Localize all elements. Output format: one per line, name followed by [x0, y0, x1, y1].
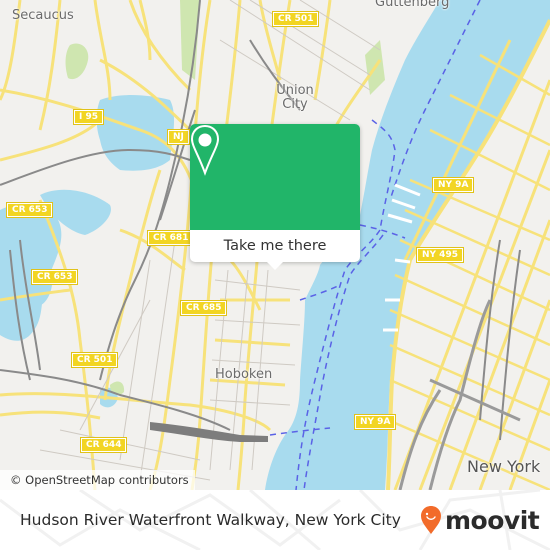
route-shield-i-95: I 95 — [72, 109, 105, 125]
place-title: Hudson River Waterfront Walkway, New Yor… — [20, 511, 401, 529]
park-1 — [65, 43, 89, 80]
place-label-guttenberg: Guttenberg — [375, 0, 450, 10]
moovit-logo[interactable]: moovit — [420, 504, 540, 536]
popup-header[interactable] — [190, 124, 360, 230]
route-shield-ny-9a-north: NY 9A — [431, 177, 475, 193]
take-me-there-button[interactable]: Take me there — [190, 230, 360, 262]
route-shield-ny-495: NY 495 — [416, 247, 464, 263]
location-pin-icon — [190, 124, 220, 176]
route-shield-ny-9a-south: NY 9A — [353, 414, 397, 430]
popup-pointer — [266, 261, 284, 270]
route-shield-cr-653-west: CR 653 — [5, 202, 54, 218]
route-shield-cr-644: CR 644 — [79, 437, 128, 453]
footer-bar: Hudson River Waterfront Walkway, New Yor… — [0, 490, 550, 550]
map-view[interactable]: Secaucus Guttenberg Union City Hoboken N… — [0, 0, 550, 490]
moovit-wordmark: moovit — [445, 505, 540, 535]
park-2 — [180, 0, 200, 80]
water-laurel-hill-lake — [96, 95, 175, 171]
place-label-union-city: Union City — [276, 83, 314, 112]
moovit-smile-pin-icon — [421, 506, 441, 534]
place-label-hoboken: Hoboken — [215, 367, 273, 382]
place-label-new-york: New York — [467, 457, 541, 476]
route-shield-cr-501-south: CR 501 — [70, 352, 119, 368]
map-attribution[interactable]: © OpenStreetMap contributors — [0, 470, 195, 490]
hoboken-terminal — [150, 422, 268, 442]
route-shield-cr-681: CR 681 — [146, 230, 195, 246]
route-shield-cr-501-north: CR 501 — [271, 11, 320, 27]
route-shield-cr-685: CR 685 — [179, 300, 228, 316]
destination-popup[interactable]: Take me there — [190, 124, 360, 270]
place-label-secaucus: Secaucus — [12, 8, 74, 23]
route-shield-nj: NJ — [167, 129, 190, 145]
route-shield-cr-653-south: CR 653 — [30, 269, 79, 285]
